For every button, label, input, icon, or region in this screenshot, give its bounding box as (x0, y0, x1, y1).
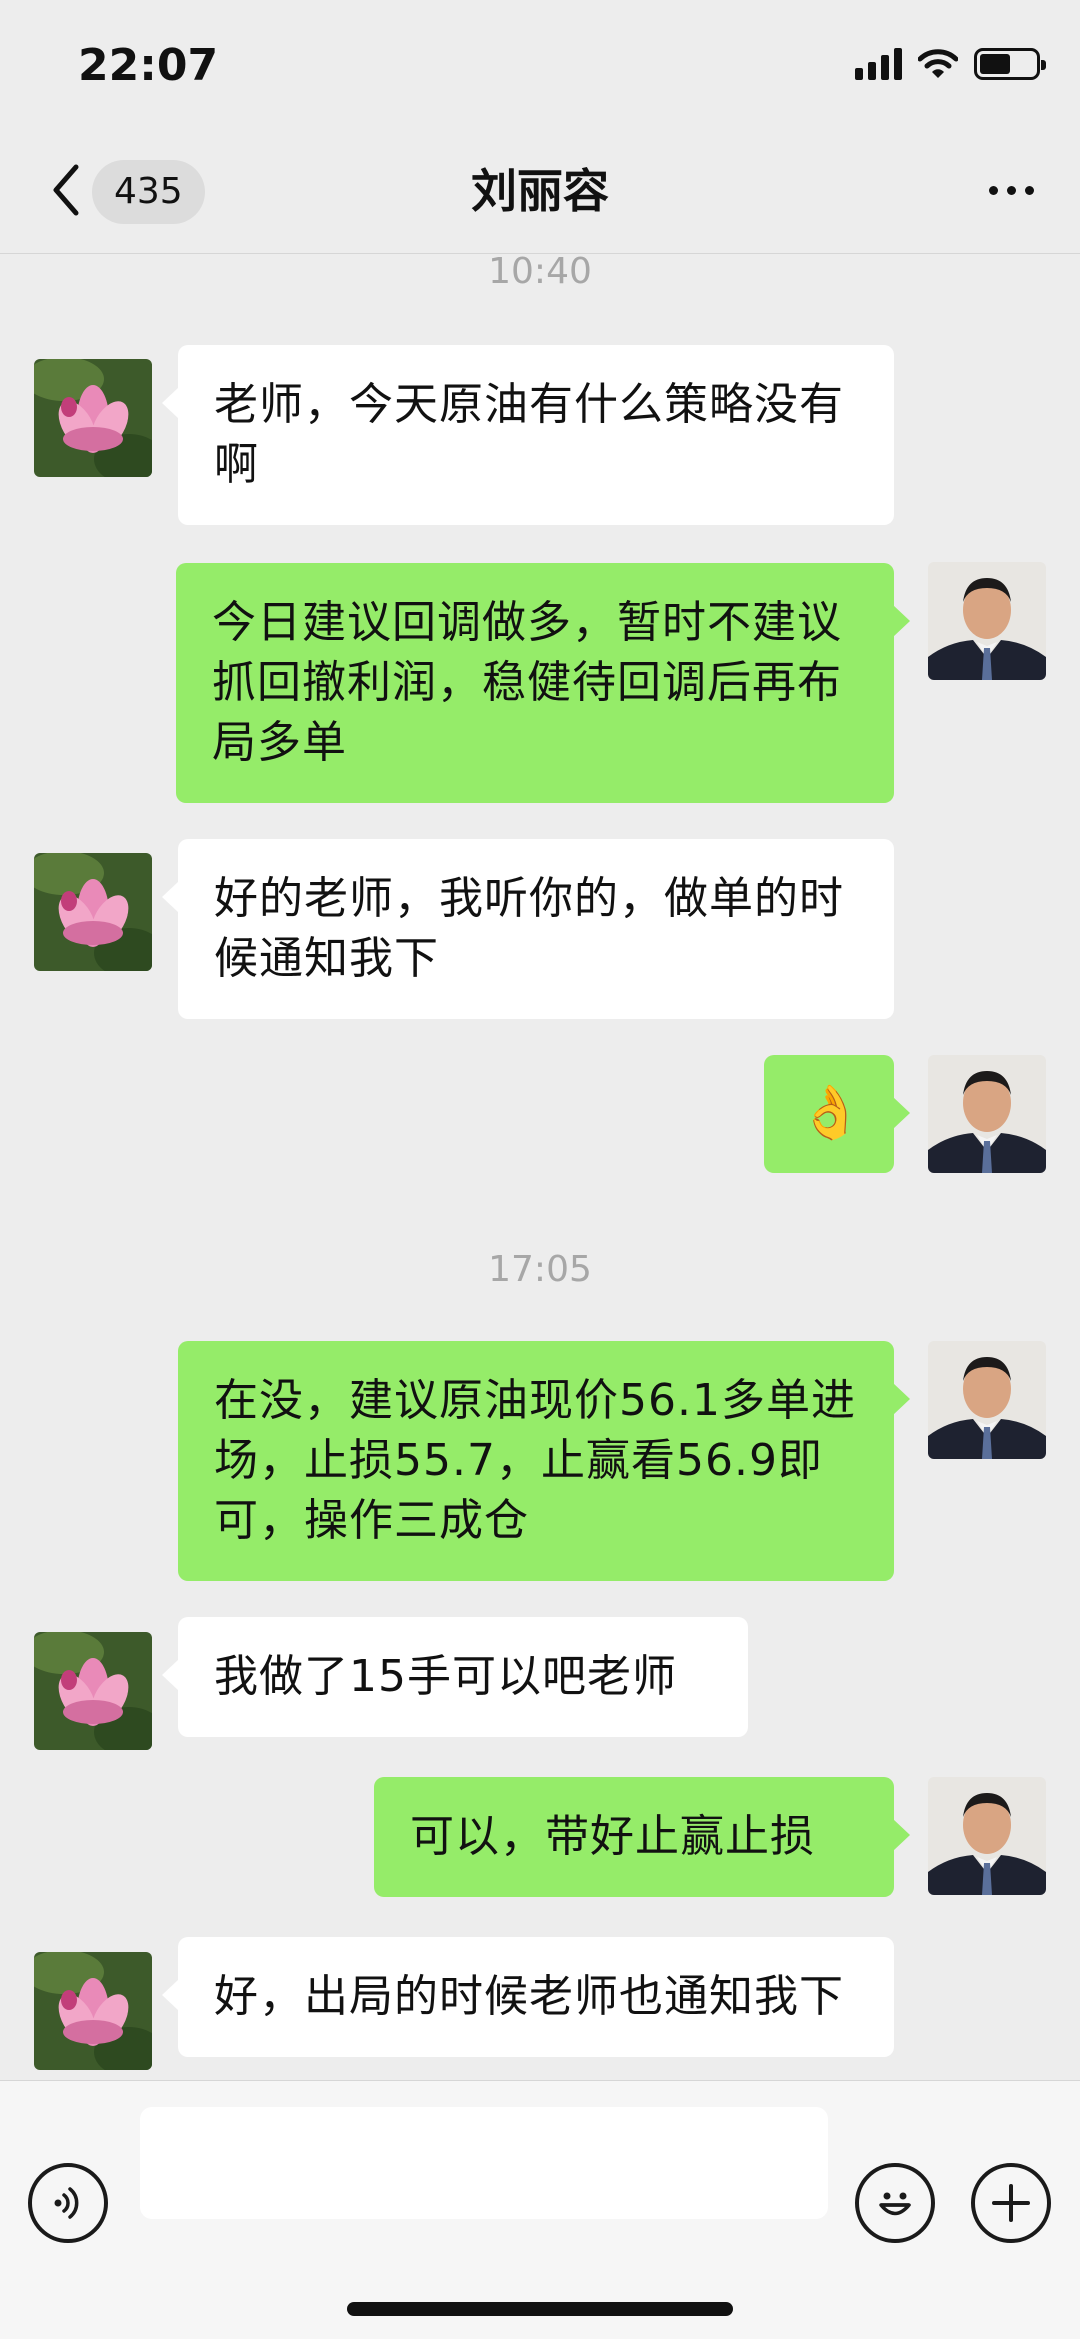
my-avatar[interactable] (928, 1777, 1046, 1895)
outgoing-emoji-message[interactable]: 👌 (764, 1055, 910, 1173)
status-bar: 22:07 (0, 0, 1080, 130)
status-time: 22:07 (78, 40, 219, 91)
message-timestamp: 10:40 (488, 255, 592, 292)
contact-avatar[interactable] (34, 1952, 152, 2070)
my-avatar[interactable] (928, 562, 1046, 680)
incoming-message[interactable]: 我做了15手可以吧老师 (162, 1617, 748, 1737)
more-dots-icon (988, 185, 998, 195)
ok-hand-emoji: 👌 (798, 1083, 864, 1143)
signal-icon (855, 48, 902, 80)
back-button[interactable] (40, 158, 90, 222)
plus-icon (992, 2184, 1030, 2222)
contact-avatar[interactable] (34, 853, 152, 971)
more-button[interactable] (976, 160, 1046, 220)
outgoing-message[interactable]: 在没，建议原油现价56.1多单进场，止损55.7，止赢看56.9即可，操作三成仓 (178, 1341, 910, 1581)
wifi-icon (918, 49, 958, 78)
outgoing-message[interactable]: 今日建议回调做多，暂时不建议抓回撤利润，稳健待回调后再布局多单 (176, 563, 910, 803)
message-timestamp: 17:05 (488, 1249, 592, 1290)
incoming-message[interactable]: 老师，今天原油有什么策略没有啊 (162, 345, 894, 525)
voice-icon (54, 2187, 79, 2219)
incoming-message[interactable]: 好的老师，我听你的，做单的时候通知我下 (162, 839, 894, 1019)
message-list[interactable]: 10:40 老师，今天原油有什么策略没有啊 今日建议回调做多，暂时不建议抓回撤利… (0, 255, 1080, 2080)
chat-header: 435 刘丽容 (0, 130, 1080, 254)
message-input[interactable] (140, 2107, 828, 2219)
contact-avatar[interactable] (34, 1632, 152, 1750)
home-indicator[interactable] (347, 2302, 733, 2316)
voice-button[interactable] (28, 2163, 108, 2243)
my-avatar[interactable] (928, 1055, 1046, 1173)
battery-icon (974, 48, 1046, 80)
incoming-message[interactable]: 好，出局的时候老师也通知我下 (162, 1937, 894, 2057)
battery-level (980, 54, 1010, 74)
unread-count-badge[interactable]: 435 (92, 160, 205, 224)
status-icons (855, 44, 1046, 84)
emoji-icon (879, 2192, 911, 2216)
outgoing-message[interactable]: 可以，带好止赢止损 (374, 1777, 910, 1897)
emoji-button[interactable] (855, 2163, 935, 2243)
my-avatar[interactable] (928, 1341, 1046, 1459)
chevron-left-icon (53, 164, 79, 216)
contact-avatar[interactable] (34, 359, 152, 477)
more-functions-button[interactable] (971, 2163, 1051, 2243)
